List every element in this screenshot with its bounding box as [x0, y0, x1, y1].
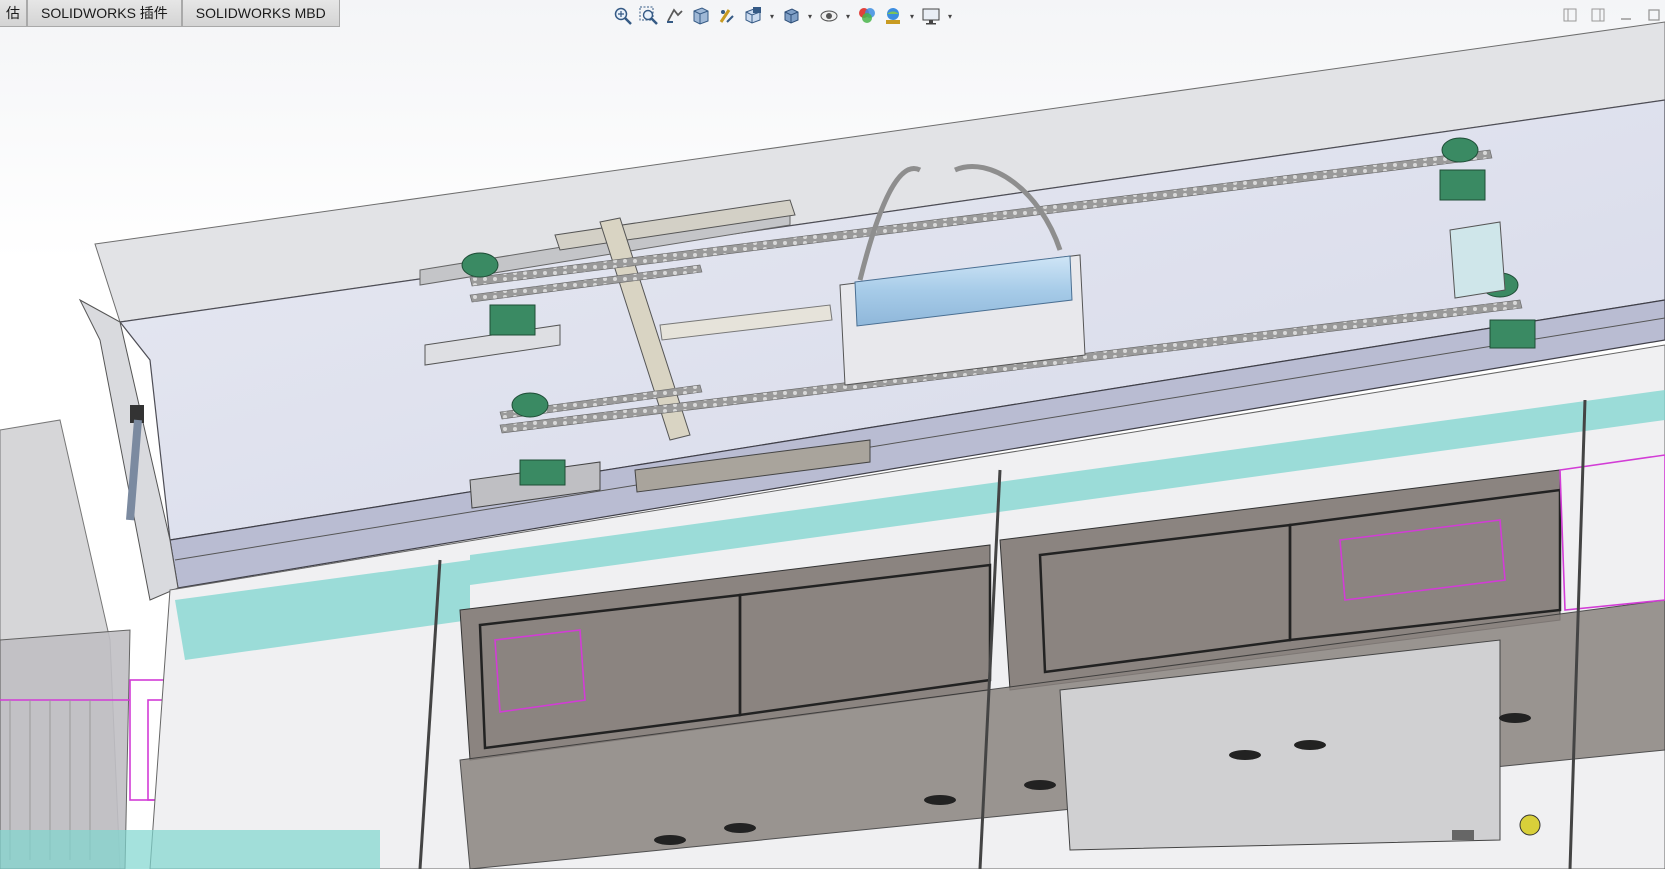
section-view-icon[interactable] [690, 5, 712, 27]
zoom-to-area-icon[interactable] [638, 5, 660, 27]
zoom-to-fit-icon[interactable] [612, 5, 634, 27]
view-orientation-icon[interactable] [742, 5, 764, 27]
previous-view-icon[interactable] [664, 5, 686, 27]
display-style-icon[interactable] [780, 5, 802, 27]
dynamic-annotation-view-icon[interactable] [716, 5, 738, 27]
chevron-down-icon[interactable]: ▾ [908, 5, 916, 27]
chevron-down-icon[interactable]: ▾ [768, 5, 776, 27]
chevron-down-icon[interactable]: ▾ [946, 5, 954, 27]
view-settings-icon[interactable] [920, 5, 942, 27]
graphics-area[interactable] [0, 0, 1665, 869]
hide-show-items-icon[interactable] [818, 5, 840, 27]
tab-evaluate[interactable]: 估 [0, 0, 27, 27]
apply-scene-icon[interactable] [882, 5, 904, 27]
command-manager-tabs: 估 SOLIDWORKS 插件 SOLIDWORKS MBD [0, 0, 340, 28]
tab-solidworks-mbd[interactable]: SOLIDWORKS MBD [181, 0, 340, 27]
edit-appearance-icon[interactable] [856, 5, 878, 27]
heads-up-view-toolbar: ▾ ▾ ▾ ▾ ▾ [612, 3, 954, 29]
restore-pane-right-icon[interactable] [1587, 5, 1609, 25]
tab-solidworks-addins[interactable]: SOLIDWORKS 插件 [27, 0, 182, 27]
maximize-icon[interactable] [1643, 5, 1665, 25]
restore-pane-left-icon[interactable] [1559, 5, 1581, 25]
chevron-down-icon[interactable]: ▾ [844, 5, 852, 27]
minimize-icon[interactable] [1615, 5, 1637, 25]
chevron-down-icon[interactable]: ▾ [806, 5, 814, 27]
viewport-window-controls [1559, 3, 1665, 27]
